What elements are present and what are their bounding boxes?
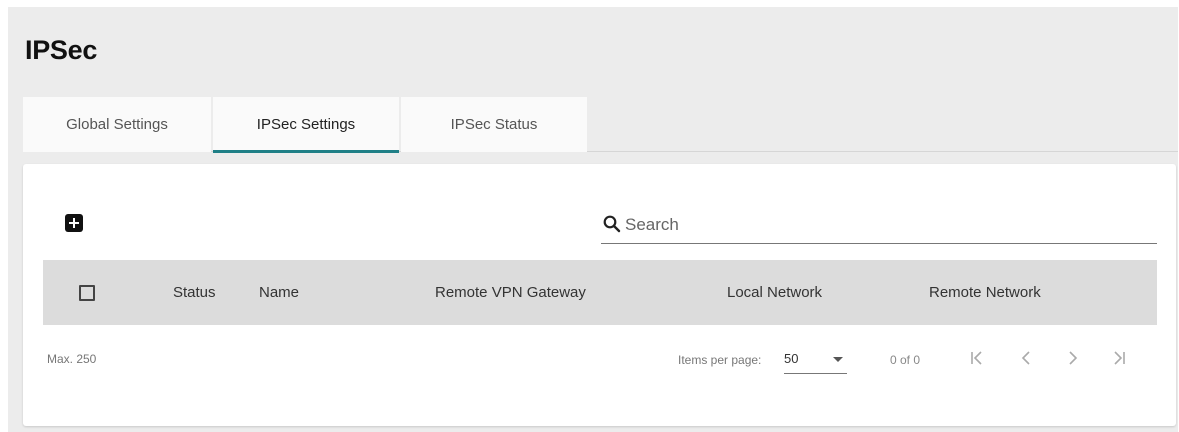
caret-down-icon	[833, 357, 843, 362]
tab-global-settings[interactable]: Global Settings	[23, 97, 211, 152]
column-header-status[interactable]: Status	[173, 260, 216, 325]
table-header: Status Name Remote VPN Gateway Local Net…	[43, 260, 1157, 325]
previous-page-button[interactable]	[1015, 347, 1037, 369]
last-page-icon	[1114, 351, 1125, 365]
column-header-name[interactable]: Name	[259, 260, 299, 325]
search-icon	[603, 215, 621, 233]
select-all-checkbox[interactable]	[79, 285, 95, 301]
chevron-left-icon	[1021, 351, 1030, 365]
items-per-page-select[interactable]: 50	[784, 346, 847, 374]
chevron-right-icon	[1069, 351, 1078, 365]
add-button[interactable]	[65, 214, 83, 232]
pagination-range: 0 of 0	[890, 353, 921, 367]
plus-icon	[69, 218, 79, 228]
search-field	[601, 210, 1157, 244]
page-title: IPSec	[25, 35, 98, 65]
search-input[interactable]	[625, 212, 1145, 238]
ipsec-settings-card: Status Name Remote VPN Gateway Local Net…	[23, 164, 1176, 426]
page: IPSec Global Settings IPSec Settings IPS…	[8, 7, 1178, 432]
column-header-local-network[interactable]: Local Network	[727, 260, 822, 325]
first-page-icon	[971, 351, 982, 365]
items-per-page-label: Items per page:	[678, 353, 762, 367]
items-per-page-value: 50	[784, 351, 799, 366]
last-page-button[interactable]	[1108, 347, 1130, 369]
tab-bar: Global Settings IPSec Settings IPSec Sta…	[23, 97, 1178, 153]
max-entries-label: Max. 250	[47, 352, 97, 366]
tab-ipsec-status[interactable]: IPSec Status	[401, 97, 587, 152]
tab-ipsec-settings[interactable]: IPSec Settings	[213, 97, 399, 153]
column-header-remote-network[interactable]: Remote Network	[929, 260, 1041, 325]
column-header-remote-vpn-gateway[interactable]: Remote VPN Gateway	[435, 260, 586, 325]
first-page-button[interactable]	[966, 347, 988, 369]
next-page-button[interactable]	[1062, 347, 1084, 369]
